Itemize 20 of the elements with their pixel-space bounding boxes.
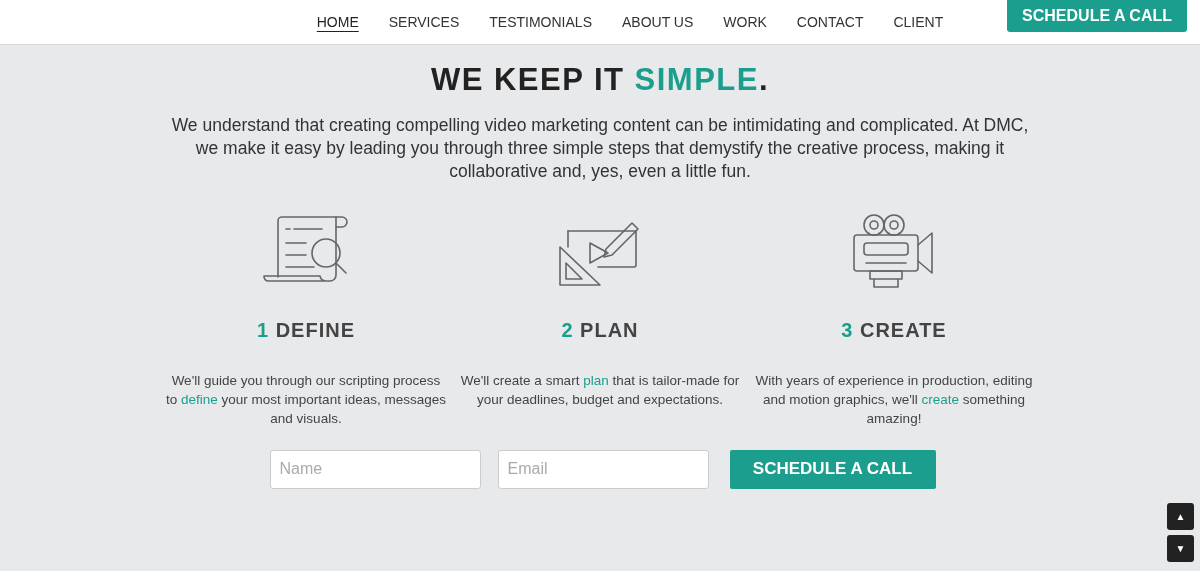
step-title: 2 PLAN xyxy=(561,317,639,343)
scroll-down-button[interactable]: ▼ xyxy=(1167,535,1194,562)
step-title: 1 DEFINE xyxy=(257,317,355,343)
step-description: With years of experience in production, editing and motion graphics, we'll create something amazing! xyxy=(754,371,1034,428)
scroll-up-button[interactable]: ▲ xyxy=(1167,503,1194,530)
email-field[interactable]: Email xyxy=(497,449,709,489)
nav-link[interactable]: WORK xyxy=(723,11,767,33)
nav-link[interactable]: ABOUT US xyxy=(621,11,694,33)
section-heading: WE KEEP IT SIMPLE. xyxy=(430,61,770,99)
nav-link[interactable]: CONTACT xyxy=(796,11,864,33)
nav-link[interactable]: SERVICES xyxy=(388,11,460,33)
nav-link[interactable]: HOME xyxy=(316,11,359,33)
step-description: We'll create a smart plan that is tailor-made for your deadlines, budget and expectations. xyxy=(459,371,741,409)
nav-link[interactable]: CLIENT xyxy=(893,11,944,33)
step-title: 3 CREATE xyxy=(841,317,947,343)
nav-link[interactable]: TESTIMONIALS xyxy=(489,11,592,33)
film-camera-icon xyxy=(852,212,936,289)
intro-paragraph: We understand that creating compelling video marketing content can be intimidating and complicated. At DMC, we make it easy by leading you through three simple steps that demystify the creative process, making it collaborative and, yes, even a little fun. xyxy=(170,113,1030,183)
name-field[interactable]: Name xyxy=(269,449,481,489)
step-description: We'll guide you through our scripting process to define your most important ideas, messages and visuals. xyxy=(165,371,447,428)
